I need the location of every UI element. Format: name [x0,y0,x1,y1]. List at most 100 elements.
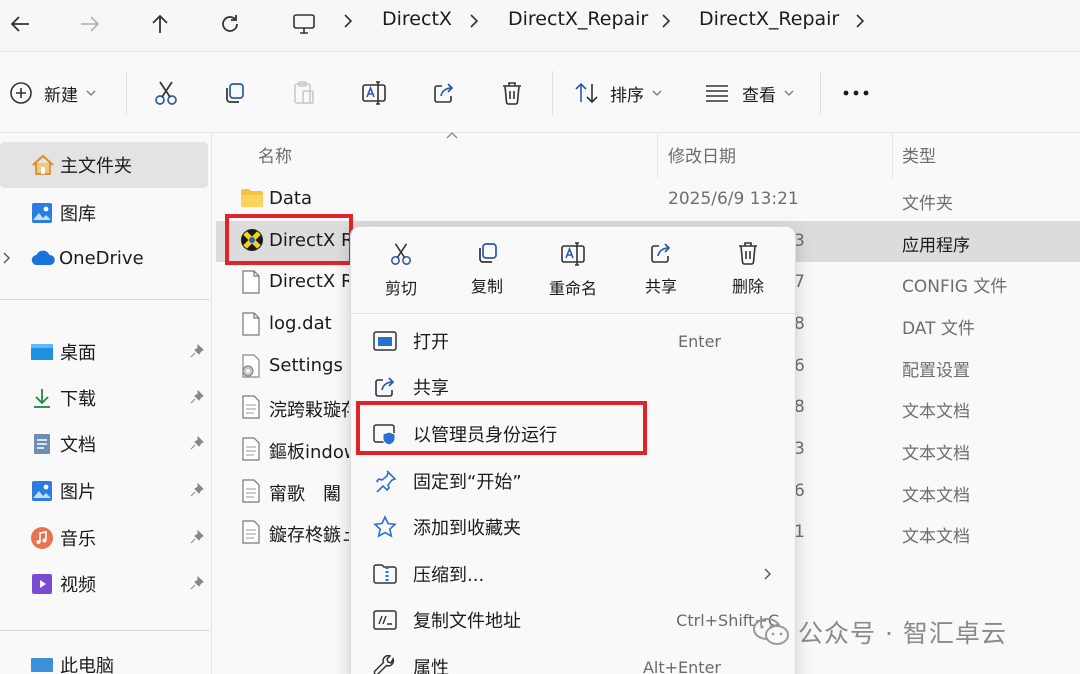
breadcrumb-directx-repair-current[interactable]: DirectX_Repair [699,8,839,30]
cut-button[interactable] [146,73,186,113]
sort-icon [575,82,598,104]
file-type: 文本文档 [902,402,970,422]
sort-ascending-icon [446,131,458,139]
desktop-icon [31,344,53,360]
home-icon [32,154,54,175]
context-copy-button[interactable]: 复制 [443,227,531,313]
download-icon [34,389,50,408]
column-header-type[interactable]: 类型 [902,142,936,167]
open-window-icon [371,327,399,355]
arrow-right-icon [81,16,100,32]
context-rename-label: 重命名 [548,279,597,298]
file-name: Settings [269,355,343,376]
pin-icon[interactable] [190,344,204,358]
menu-item-label: 复制文件地址 [413,611,521,632]
sidebar-item-label: 视频 [60,575,96,596]
file-type: CONFIG 文件 [902,277,1008,297]
rename-button[interactable] [354,73,394,113]
breadcrumb-directx-repair[interactable]: DirectX_Repair [508,8,648,30]
chevron-right-icon [764,568,771,580]
text-file-icon [242,520,260,544]
menu-item-copy-path[interactable]: 复制文件地址 Ctrl+Shift+C [351,597,797,643]
pin-icon [371,467,399,495]
chevron-right-icon[interactable] [658,9,674,33]
sidebar-item-music[interactable]: 音乐 [0,515,210,561]
new-button[interactable]: 新建 [8,73,96,113]
rename-icon [362,81,386,105]
sidebar-item-desktop[interactable]: 桌面 [0,329,210,375]
back-button[interactable] [2,6,38,42]
column-divider[interactable] [892,134,893,178]
music-icon [31,527,53,549]
copy-path-icon [371,606,399,634]
view-list-icon [706,85,728,102]
sort-button[interactable]: 排序 [574,73,662,113]
menu-item-compress[interactable]: 压缩到... [351,551,797,597]
menu-item-properties[interactable]: 属性 Alt+Enter [351,644,797,674]
breadcrumb-directx[interactable]: DirectX [382,8,452,30]
more-options-button[interactable] [836,73,876,113]
file-name: 浣跨敤璇存 [269,400,349,421]
menu-item-label: 压缩到... [413,565,485,586]
context-divider [351,313,795,314]
sidebar-item-downloads[interactable]: 下载 [0,375,210,421]
share-button[interactable] [424,73,464,113]
sidebar-item-label: 主文件夹 [60,156,132,177]
context-share-label: 共享 [644,277,677,296]
sidebar-item-documents[interactable]: 文档 [0,421,210,467]
delete-button[interactable] [492,73,532,113]
pin-icon[interactable] [190,483,204,497]
pin-icon[interactable] [190,530,204,544]
sidebar-item-videos[interactable]: 视频 [0,561,210,607]
location-button[interactable] [286,6,322,42]
context-rename-button[interactable]: 重命名 [529,227,617,313]
menu-item-add-favorites[interactable]: 添加到收藏夹 [351,504,797,550]
file-date: 2025/6/9 13:21 [668,189,799,209]
column-header-modified[interactable]: 修改日期 [668,142,736,167]
settings-file-icon [242,354,260,378]
column-header-name[interactable]: 名称 [258,142,292,167]
pin-icon[interactable] [190,576,204,590]
new-label: 新建 [44,85,78,106]
chevron-right-icon[interactable] [340,9,356,33]
context-delete-button[interactable]: 删除 [704,227,792,313]
file-type: 文件夹 [902,194,953,214]
pin-icon[interactable] [190,436,204,450]
sidebar-item-home[interactable]: 主文件夹 [0,142,208,188]
file-type: 配置设置 [902,361,970,381]
context-share-button[interactable]: 共享 [617,227,705,313]
forward-button[interactable] [72,6,108,42]
sidebar-item-pictures[interactable]: 图片 [0,468,210,514]
file-name: 鏂板indow [269,442,349,463]
file-type: 文本文档 [902,527,970,547]
wrench-icon [371,653,399,674]
menu-item-pin-to-start[interactable]: 固定到“开始” [351,458,797,504]
trash-icon [739,242,757,265]
file-name: 甯歌 闂 [269,484,341,505]
context-copy-label: 复制 [470,277,503,296]
chevron-right-icon[interactable] [2,251,12,265]
copy-button[interactable] [214,73,254,113]
up-button[interactable] [142,6,178,42]
context-cut-button[interactable]: 剪切 [357,227,445,313]
sidebar-item-gallery[interactable]: 图库 [0,190,210,236]
file-icon [242,312,260,336]
sidebar-item-onedrive[interactable]: OneDrive [0,235,210,281]
pin-icon[interactable] [190,390,204,404]
chevron-right-icon[interactable] [852,9,868,33]
paste-button[interactable] [284,73,324,113]
chevron-right-icon[interactable] [466,9,482,33]
menu-item-open[interactable]: 打开 Enter [351,318,797,364]
wechat-icon [753,618,789,645]
sidebar-item-this-pc[interactable]: 此电脑 [0,650,210,674]
share-icon [434,83,454,103]
toolbar-divider [552,71,553,115]
zip-folder-icon [371,560,399,588]
refresh-button[interactable] [212,6,248,42]
column-divider[interactable] [657,134,658,178]
plus-circle-icon [10,82,32,104]
view-button[interactable]: 查看 [704,73,794,113]
sidebar-item-label: OneDrive [59,247,144,269]
more-icon [843,90,869,96]
file-icon [242,270,260,294]
